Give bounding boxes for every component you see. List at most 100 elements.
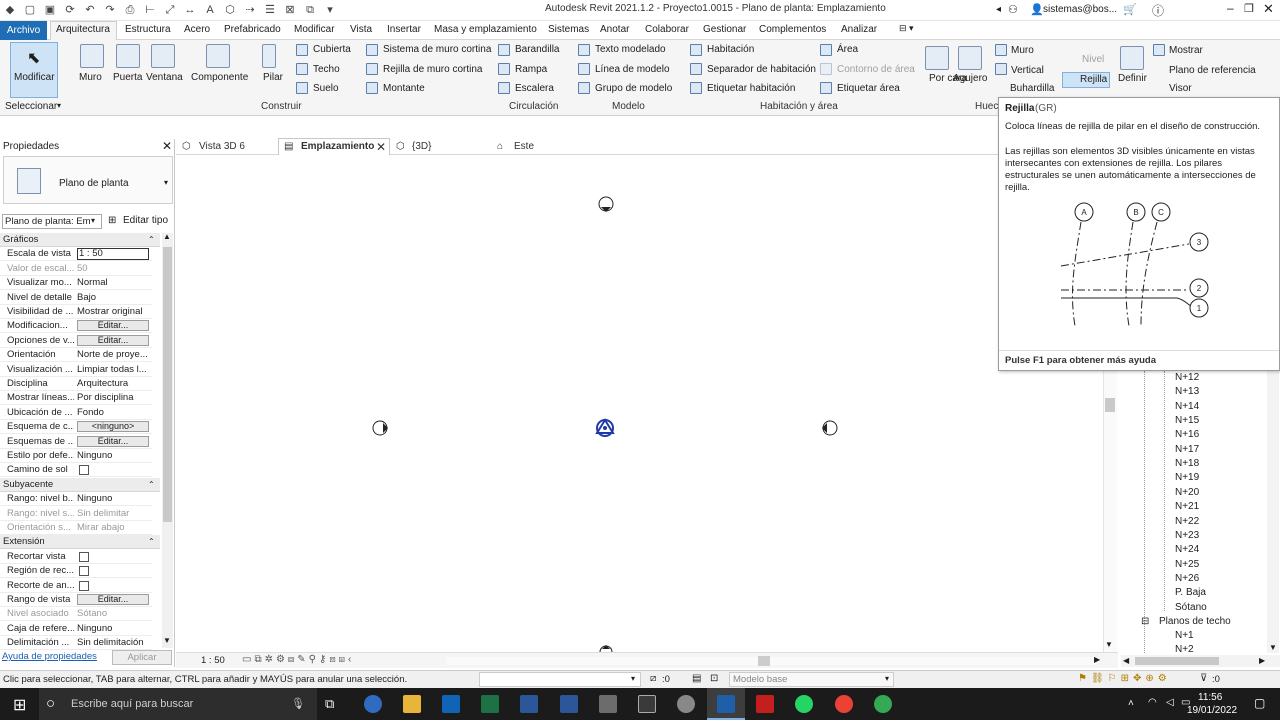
taskbar-search-text[interactable]: Escribe aquí para buscar [71, 698, 193, 710]
property-row[interactable]: Mostrar líneas... Por disciplina [0, 391, 152, 406]
chrome-icon[interactable] [835, 695, 853, 713]
property-value[interactable]: Ninguno [77, 492, 151, 506]
browser-level-item[interactable]: N+26 [1175, 573, 1199, 584]
property-value[interactable]: Sin delimitar [77, 507, 151, 521]
browser-level-item[interactable]: Sótano [1175, 602, 1207, 613]
workset-dropdown[interactable] [479, 672, 641, 687]
property-row[interactable]: Visualizar mo... Normal [0, 276, 152, 291]
excel-icon[interactable] [481, 695, 499, 713]
canvas-hscroll[interactable] [446, 657, 1096, 665]
tab-sistemas[interactable]: Sistemas [548, 24, 589, 35]
cubierta-button[interactable]: Cubierta [313, 44, 351, 55]
scroll-down-icon[interactable]: ▼ [163, 636, 171, 645]
volume-icon[interactable]: ◁ [1166, 697, 1174, 708]
escalera-button[interactable]: Escalera [515, 83, 554, 94]
chevron-down-icon[interactable]: ▾ [57, 101, 61, 110]
ventana-button[interactable]: Ventana [146, 72, 183, 83]
switch-windows-icon[interactable]: ⧉ [303, 3, 317, 17]
canvas-hscroll-thumb[interactable] [758, 656, 770, 666]
tab-vista-3d-6[interactable]: Vista 3D 6 [199, 139, 245, 155]
design-options-icon[interactable]: ▤ [692, 673, 701, 684]
print-icon[interactable]: ⎙ [123, 3, 137, 17]
property-row[interactable]: Caja de refere... Ninguno [0, 622, 152, 636]
ribbon-toggle-icon[interactable]: ⊟ ▾ [899, 23, 914, 34]
app-icon-1[interactable] [364, 695, 382, 713]
mostrar-button[interactable]: Mostrar [1169, 45, 1203, 56]
windows-start-icon[interactable]: ⊞ [13, 695, 26, 715]
browser-level-item[interactable]: N+19 [1175, 472, 1199, 483]
property-checkbox[interactable] [79, 465, 89, 476]
binoculars-icon[interactable]: ⚇ [1008, 3, 1018, 16]
sistema-muro-cortina-button[interactable]: Sistema de muro cortina [383, 44, 491, 55]
property-section[interactable]: Gráficos ⌃ [0, 233, 160, 247]
customize-qat-icon[interactable]: ▾ [323, 3, 337, 17]
door-icon[interactable] [116, 44, 140, 68]
align-icon[interactable]: ⤢ [163, 3, 177, 17]
browser-level-item[interactable]: N+23 [1175, 530, 1199, 541]
whatsapp-icon[interactable] [795, 695, 813, 713]
puerta-button[interactable]: Puerta [113, 72, 142, 83]
editable-icon[interactable]: ⧄ [650, 673, 656, 684]
shaft-icon[interactable] [958, 46, 982, 70]
tab-analizar[interactable]: Analizar [841, 24, 877, 35]
pilar-button[interactable]: Pilar [263, 72, 283, 83]
buhardilla-button[interactable]: Buhardilla [1010, 83, 1054, 94]
property-value[interactable]: Sótano [77, 607, 151, 621]
cart-icon[interactable]: 🛒 [1123, 3, 1137, 16]
selection-option-icons[interactable]: ⚑⛓⚐⊞✥⊕⚙ [1078, 673, 1171, 684]
revit-icon[interactable] [717, 695, 735, 713]
chevron-down-icon[interactable]: ▾ [164, 178, 168, 187]
column-icon[interactable] [262, 44, 276, 68]
close-icon[interactable]: ✕ [1263, 1, 1274, 17]
tab-3d[interactable]: {3D} [412, 139, 431, 155]
property-row[interactable]: Camino de sol [0, 463, 152, 478]
view-control-icons[interactable]: ▭⧉✲⚙⧈✎⚲⚷⧇⧆‹ [242, 654, 354, 665]
design-option-dropdown[interactable]: Modelo base [729, 672, 894, 687]
view-scale[interactable]: 1 : 50 [201, 655, 225, 666]
revit-logo-icon[interactable]: ◆ [3, 3, 17, 17]
rampa-button[interactable]: Rampa [515, 64, 547, 75]
scroll-up-icon[interactable]: ▲ [163, 232, 171, 241]
tab-masa[interactable]: Masa y emplazamiento [434, 24, 537, 35]
property-value[interactable]: 1 : 50 [77, 248, 149, 261]
property-row[interactable]: Opciones de v... Editar... [0, 334, 152, 348]
browser-level-item[interactable]: N+22 [1175, 516, 1199, 527]
muro-opening-button[interactable]: Muro [1011, 45, 1034, 56]
scroll-right-icon[interactable]: ▶ [1094, 655, 1100, 664]
grupo-modelo-button[interactable]: Grupo de modelo [595, 83, 672, 94]
main-model-icon[interactable]: ⊡ [710, 673, 718, 684]
property-row[interactable]: Disciplina Arquitectura [0, 377, 152, 391]
property-checkbox[interactable] [79, 566, 89, 577]
property-checkbox[interactable] [79, 580, 89, 591]
tab-este[interactable]: Este [514, 139, 534, 155]
word-icon[interactable] [520, 695, 538, 713]
property-edit-button[interactable]: Editar... [77, 594, 149, 605]
property-value[interactable]: Norte de proye... [77, 348, 151, 362]
collapse-icon[interactable]: ⊟ [1141, 616, 1149, 627]
suelo-button[interactable]: Suelo [313, 83, 339, 94]
redo-icon[interactable]: ↷ [103, 3, 117, 17]
tab-acero[interactable]: Acero [184, 24, 210, 35]
project-base-point-icon[interactable] [595, 418, 615, 437]
text-icon[interactable]: A [203, 3, 217, 17]
tab-vista[interactable]: Vista [350, 24, 372, 35]
agujero-button[interactable]: Agujero [953, 73, 987, 84]
contorno-area-button[interactable]: Contorno de área [837, 64, 915, 75]
apply-button[interactable]: Aplicar [112, 650, 172, 665]
ceiling-plans-group[interactable]: Planos de techo [1159, 616, 1231, 627]
3d-view-icon[interactable]: ⬡ [223, 3, 237, 17]
elevation-marker-south[interactable] [599, 645, 613, 653]
properties-help-link[interactable]: Ayuda de propiedades [2, 651, 97, 662]
chevron-down-icon[interactable]: ▾ [885, 674, 889, 683]
property-checkbox[interactable] [79, 551, 89, 562]
drawing-area[interactable]: ▼ [176, 156, 1118, 653]
property-row[interactable]: Orientación s... Mirar abajo [0, 521, 152, 535]
linea-modelo-button[interactable]: Línea de modelo [595, 64, 670, 75]
tray-expand-icon[interactable]: ˄ [1128, 698, 1134, 709]
property-value[interactable]: Arquitectura [77, 377, 151, 391]
browser-level-item[interactable]: N+24 [1175, 544, 1199, 555]
microphone-icon[interactable]: 🎙 [291, 697, 305, 710]
property-value[interactable]: Por disciplina [77, 391, 151, 405]
texto-modelado-button[interactable]: Texto modelado [595, 44, 666, 55]
rejilla-muro-cortina-button[interactable]: Rejilla de muro cortina [383, 64, 483, 75]
